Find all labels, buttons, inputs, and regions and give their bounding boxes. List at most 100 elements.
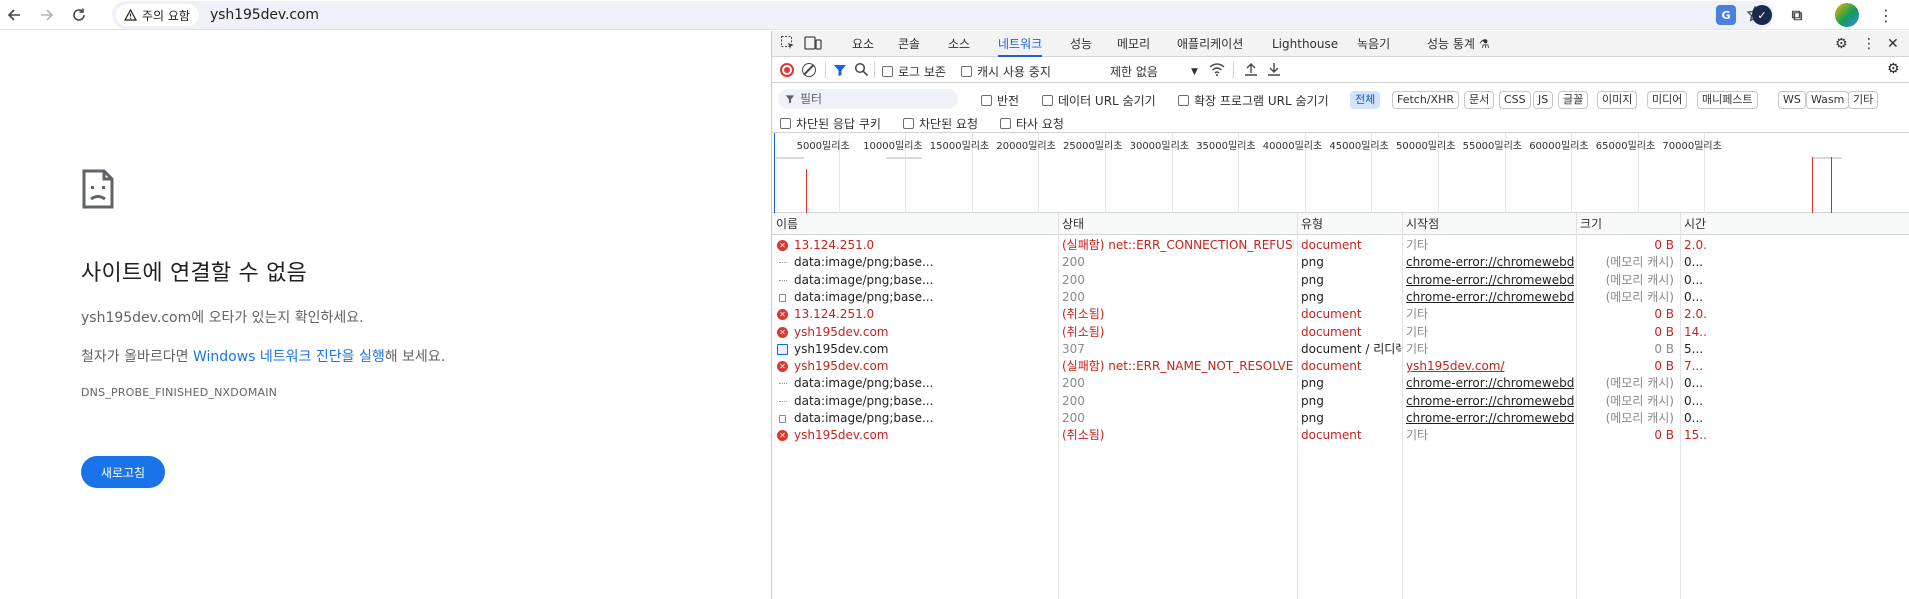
tab-network[interactable]: 네트워크 (998, 31, 1043, 57)
table-row[interactable]: ✕ ysh195dev.com (취소됨) document 기타 0 B 15... (772, 427, 1909, 444)
security-chip-label: 주의 요함 (142, 8, 190, 23)
table-row[interactable]: data:image/png;base... 200 png chrome-error… (772, 289, 1909, 306)
import-har-button[interactable] (1244, 62, 1258, 80)
checkbox-box (780, 118, 791, 129)
devtools-menu-button[interactable]: ⋮ (1862, 31, 1876, 57)
gear-icon: ⚙ (1835, 36, 1848, 52)
filter-chip-js[interactable]: JS (1533, 91, 1554, 109)
cell-initiator[interactable]: chrome-error://chromewebdata/:6840 (1406, 272, 1574, 289)
filter-placeholder: 필터 (800, 92, 823, 106)
header-col-initiator[interactable]: 시작점 (1402, 213, 1576, 235)
tab-sources[interactable]: 소스 (948, 31, 970, 57)
filter-chip-other[interactable]: 기타 (1848, 91, 1879, 109)
network-conditions-button[interactable] (1209, 62, 1225, 80)
tab-recorder[interactable]: 녹음기 (1357, 31, 1390, 57)
table-row[interactable]: ✕ 13.124.251.0 (실패함) net::ERR_CONNECTION_R… (772, 237, 1909, 254)
overview-bar (886, 157, 922, 159)
cell-initiator[interactable]: chrome-error://chromewebdata/:6849 (1406, 289, 1574, 306)
filter-toggle-button[interactable] (833, 63, 847, 80)
invert-checkbox[interactable]: 반전 (981, 92, 1019, 109)
cell-initiator[interactable]: chrome-error://chromewebdata/:6839 (1406, 375, 1574, 392)
table-row[interactable]: ysh195dev.com 307 document / 리디렉션 기타 0 B 5... (772, 341, 1909, 358)
table-row[interactable]: data:image/png;base... 200 png chrome-error… (772, 254, 1909, 271)
hide-data-urls-checkbox[interactable]: 데이터 URL 숨기기 (1042, 92, 1156, 109)
preserve-log-checkbox[interactable]: 로그 보존 (882, 63, 946, 80)
export-har-button[interactable] (1267, 62, 1281, 80)
disable-cache-checkbox[interactable]: 캐시 사용 중지 (961, 63, 1051, 80)
header-col-name[interactable]: 이름 (772, 213, 1058, 235)
cell-initiator[interactable]: ysh195dev.com/ (1406, 358, 1574, 375)
tab-performance-insights[interactable]: 성능 통계 ⚗ (1427, 31, 1490, 57)
header-col-status[interactable]: 상태 (1058, 213, 1297, 235)
hide-extension-urls-checkbox[interactable]: 확장 프로그램 URL 숨기기 (1178, 92, 1329, 109)
tab-performance[interactable]: 성능 (1070, 31, 1092, 57)
table-row[interactable]: ✕ ysh195dev.com (실패함) net::ERR_NAME_NOT_RE… (772, 358, 1909, 375)
reload-button[interactable] (67, 3, 91, 27)
table-row[interactable]: data:image/png;base... 200 png chrome-error… (772, 410, 1909, 427)
devtools-settings-button[interactable]: ⚙ (1835, 31, 1848, 57)
table-row[interactable]: data:image/png;base... 200 png chrome-error… (772, 393, 1909, 410)
network-diagnostics-link[interactable]: Windows 네트워크 진단을 실행 (193, 349, 385, 365)
blocked-cookies-checkbox[interactable]: 차단된 응답 쿠키 (780, 115, 881, 132)
filter-chip-css[interactable]: CSS (1499, 91, 1531, 109)
profile-avatar[interactable] (1835, 3, 1859, 27)
devtools-close-button[interactable]: ✕ (1887, 31, 1899, 57)
devtools-panel: 요소 콘솔 소스 네트워크 성능 메모리 애플리케이션 Lighthouse 녹… (771, 31, 1909, 599)
toolbar-divider (825, 62, 826, 78)
wifi-icon (1209, 63, 1225, 76)
cell-initiator[interactable]: chrome-error://chromewebdata/:6849 (1406, 410, 1574, 427)
filter-chip-fetch-xhr[interactable]: Fetch/XHR (1392, 91, 1459, 109)
filter-chip-wasm[interactable]: Wasm (1806, 91, 1850, 109)
header-col-time[interactable]: 시간 (1680, 213, 1909, 235)
cell-initiator[interactable]: chrome-error://chromewebdata/:6840 (1406, 393, 1574, 410)
throttle-select[interactable]: 제한 없음 ▼ (1110, 63, 1198, 80)
url-text[interactable]: ysh195dev.com (210, 7, 319, 23)
table-row[interactable]: data:image/png;base... 200 png chrome-error… (772, 272, 1909, 289)
tab-memory[interactable]: 메모리 (1117, 31, 1150, 57)
filter-chip-ws[interactable]: WS (1778, 91, 1806, 109)
header-col-type[interactable]: 유형 (1297, 213, 1402, 235)
filter-input[interactable]: 필터 (778, 89, 958, 109)
data-url-icon (779, 383, 787, 385)
tab-elements[interactable]: 요소 (852, 31, 874, 57)
filter-chip-font[interactable]: 글꼴 (1558, 91, 1589, 109)
filter-chip-manifest[interactable]: 매니페스트 (1697, 91, 1758, 109)
tab-console[interactable]: 콘솔 (898, 31, 920, 57)
cell-time: 0... (1684, 393, 1704, 408)
search-button[interactable] (854, 62, 869, 80)
network-overview-timeline[interactable]: 5000밀리초 10000밀리초 15000밀리초 20000밀리초 25000밀리초 3… (772, 133, 1909, 213)
inspect-element-icon[interactable] (780, 35, 796, 51)
device-toolbar-icon[interactable] (804, 35, 822, 51)
filter-chip-media[interactable]: 미디어 (1647, 91, 1688, 109)
security-chip[interactable]: 주의 요함 (116, 4, 199, 26)
third-party-checkbox[interactable]: 타사 요청 (1000, 115, 1064, 132)
cell-size: (메모리 캐시) (1605, 289, 1674, 304)
browser-menu-button[interactable]: ⋮ (1874, 3, 1898, 27)
forward-button[interactable] (35, 3, 59, 27)
filter-chip-all[interactable]: 전체 (1350, 91, 1381, 109)
cell-type: document (1301, 359, 1362, 374)
filter-chip-doc[interactable]: 문서 (1464, 91, 1495, 109)
network-settings-button[interactable]: ⚙ (1887, 61, 1900, 77)
cell-time: 0... (1684, 376, 1704, 391)
record-button[interactable] (780, 63, 794, 77)
tab-application[interactable]: 애플리케이션 (1177, 31, 1243, 57)
toolbar-divider (1233, 62, 1234, 78)
tab-lighthouse[interactable]: Lighthouse (1272, 31, 1338, 57)
header-col-size[interactable]: 크기 (1576, 213, 1680, 235)
address-bar[interactable]: 주의 요함 ysh195dev.com (112, 1, 1774, 29)
filter-chip-img[interactable]: 이미지 (1597, 91, 1638, 109)
cell-initiator[interactable]: chrome-error://chromewebdata/:6839 (1406, 254, 1574, 271)
page-reload-button[interactable]: 새로고침 (81, 456, 165, 488)
puzzle-extensions-icon[interactable]: ⧉ (1787, 5, 1807, 25)
back-button[interactable] (2, 3, 26, 27)
blocked-requests-checkbox[interactable]: 차단된 요청 (903, 115, 978, 132)
table-row[interactable]: data:image/png;base... 200 png chrome-error… (772, 375, 1909, 392)
table-row[interactable]: ✕ 13.124.251.0 (취소됨) document 기타 0 B 2.0... (772, 306, 1909, 323)
table-row[interactable]: ✕ ysh195dev.com (취소됨) document 기타 0 B 14... (772, 324, 1909, 341)
check-extension-icon[interactable]: ✓ (1752, 5, 1772, 25)
funnel-icon (834, 65, 846, 76)
clear-button[interactable] (802, 63, 816, 77)
throttle-value: 제한 없음 (1110, 65, 1158, 79)
translate-extension-icon[interactable]: G (1716, 5, 1736, 25)
